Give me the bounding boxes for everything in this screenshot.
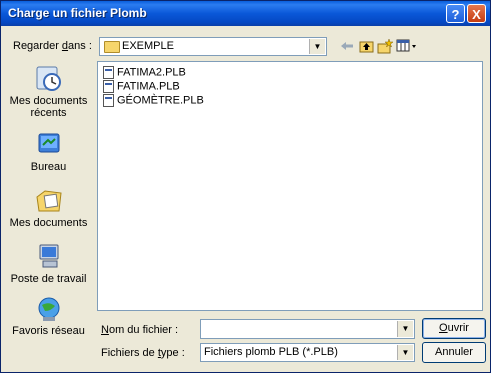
places-bar: Mes documents récents Bureau Mes documen… [5,61,92,357]
place-network[interactable]: Favoris réseau [5,295,92,337]
desktop-icon [33,131,65,159]
open-accesskey: O [439,322,448,334]
dialog-title: Charge un fichier Plomb [8,6,147,20]
filename-accesskey: N [101,324,109,336]
close-button[interactable]: X [467,4,486,23]
cancel-button[interactable]: Annuler [422,342,486,363]
plb-file-icon [103,80,114,93]
open-label: uvrir [447,322,469,334]
help-button[interactable]: ? [446,4,465,23]
place-label: Poste de travail [10,273,87,285]
file-name: FATIMA.PLB [117,80,180,93]
look-in-label-text: Regarder [13,40,62,52]
filename-input[interactable]: ▼ [200,319,415,339]
filetype-label: Fichiers de type : [101,347,185,359]
file-name: GÉOMÈTRE.PLB [117,94,204,107]
view-menu-icon[interactable] [396,39,418,55]
folder-icon [104,41,120,53]
look-in-label-suffix: ans : [68,40,92,52]
plb-file-icon [103,94,114,107]
title-bar[interactable]: Charge un fichier Plomb ? X [1,1,490,26]
list-item[interactable]: FATIMA2.PLB [103,66,186,80]
open-button[interactable]: Ouvrir [422,318,486,339]
open-file-dialog: Charge un fichier Plomb ? X Regarder dan… [0,0,491,373]
network-places-icon [33,295,65,323]
back-arrow-icon[interactable] [339,39,355,55]
place-label: Mes documents [9,217,88,229]
place-label: Mes documents récents [9,95,88,119]
chevron-down-icon[interactable]: ▼ [397,345,413,360]
chevron-down-icon[interactable]: ▼ [397,321,413,337]
my-computer-icon [33,243,65,271]
filetype-value: Fichiers plomb PLB (*.PLB) [204,346,338,358]
place-my-computer[interactable]: Poste de travail [5,243,92,285]
filename-label-text: om du fichier : [108,324,179,336]
recent-documents-icon [33,65,65,93]
place-label: Bureau [30,161,67,173]
plb-file-icon [103,66,114,79]
filename-label: Nom du fichier : [101,324,178,336]
place-desktop[interactable]: Bureau [5,131,92,173]
place-my-documents[interactable]: Mes documents [5,187,92,229]
place-recent[interactable]: Mes documents récents [5,65,92,119]
place-label: Favoris réseau [12,325,85,337]
chevron-down-icon[interactable]: ▼ [309,39,325,54]
up-folder-icon[interactable] [359,39,375,55]
filetype-label-text: Fichiers de [101,347,158,359]
filetype-dropdown[interactable]: Fichiers plomb PLB (*.PLB) ▼ [200,343,415,362]
file-list[interactable]: FATIMA2.PLB FATIMA.PLB GÉOMÈTRE.PLB [97,61,483,311]
look-in-value: EXEMPLE [122,40,174,52]
look-in-label: Regarder dans : [13,40,92,52]
file-name: FATIMA2.PLB [117,66,186,79]
list-item[interactable]: FATIMA.PLB [103,80,180,94]
new-folder-icon[interactable] [377,38,394,55]
filetype-label-suffix: ype : [160,347,185,359]
list-item[interactable]: GÉOMÈTRE.PLB [103,94,204,108]
my-documents-icon [33,187,65,215]
look-in-dropdown[interactable]: EXEMPLE ▼ [99,37,327,56]
